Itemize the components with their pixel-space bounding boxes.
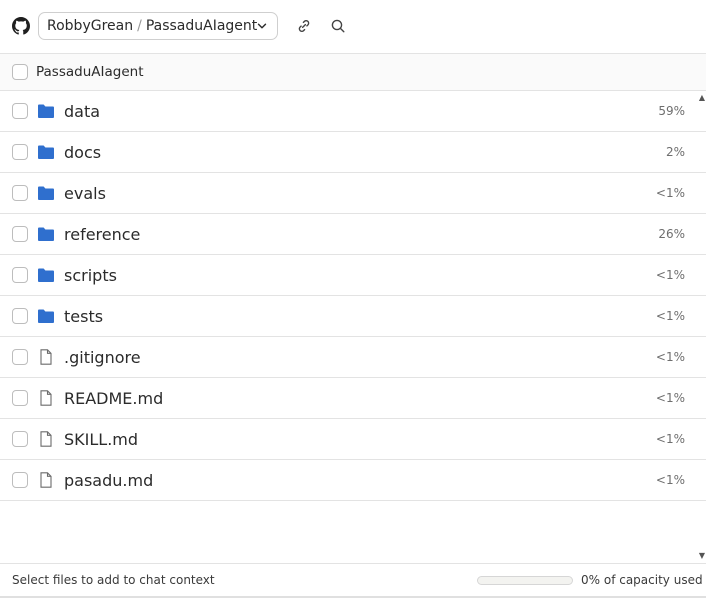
file-checkbox[interactable]	[12, 349, 28, 365]
file-checkbox[interactable]	[12, 308, 28, 324]
file-row[interactable]: README.md <1%	[0, 378, 706, 419]
select-all-checkbox[interactable]	[12, 64, 28, 80]
folder-icon	[37, 144, 55, 160]
file-checkbox[interactable]	[12, 185, 28, 201]
file-percent: 2%	[665, 145, 685, 159]
file-list: data 59% docs 2% evals <1% reference 26% scripts…	[0, 91, 706, 501]
file-icon	[37, 472, 55, 488]
file-checkbox[interactable]	[12, 144, 28, 160]
file-name: README.md	[64, 389, 164, 408]
file-percent: 59%	[658, 104, 685, 118]
folder-icon	[37, 185, 55, 201]
repo-selector[interactable]: RobbyGrean / PassaduAIagent	[38, 12, 278, 40]
select-all-row[interactable]: PassaduAIagent	[0, 54, 706, 91]
search-icon[interactable]	[329, 17, 347, 35]
footer: Select files to add to chat context 0% o…	[0, 563, 706, 598]
file-row[interactable]: pasadu.md <1%	[0, 460, 706, 501]
file-checkbox[interactable]	[12, 267, 28, 283]
file-row[interactable]: reference 26%	[0, 214, 706, 255]
capacity-bar	[477, 576, 573, 585]
folder-icon	[37, 267, 55, 283]
file-name: .gitignore	[64, 348, 141, 367]
file-checkbox[interactable]	[12, 431, 28, 447]
file-percent: <1%	[655, 391, 685, 405]
folder-icon	[37, 226, 55, 242]
file-percent: 26%	[658, 227, 685, 241]
file-row[interactable]: evals <1%	[0, 173, 706, 214]
file-percent: <1%	[655, 186, 685, 200]
chevron-down-icon	[256, 20, 268, 32]
file-row[interactable]: scripts <1%	[0, 255, 706, 296]
file-icon	[37, 390, 55, 406]
file-percent: <1%	[655, 473, 685, 487]
toolbar: RobbyGrean / PassaduAIagent	[0, 0, 706, 54]
file-name: pasadu.md	[64, 471, 154, 490]
file-icon	[37, 349, 55, 365]
scroll-up-icon[interactable]: ▲	[699, 93, 705, 102]
file-name: SKILL.md	[64, 430, 139, 449]
file-name: scripts	[64, 266, 117, 285]
scroll-down-icon[interactable]: ▼	[699, 551, 705, 560]
file-row[interactable]: data 59%	[0, 91, 706, 132]
file-percent: <1%	[655, 268, 685, 282]
file-percent: <1%	[655, 350, 685, 364]
file-name: evals	[64, 184, 106, 203]
file-name: reference	[64, 225, 141, 244]
file-row[interactable]: SKILL.md <1%	[0, 419, 706, 460]
file-row[interactable]: .gitignore <1%	[0, 337, 706, 378]
root-folder-label: PassaduAIagent	[36, 64, 144, 80]
github-icon	[12, 17, 30, 35]
link-icon[interactable]	[295, 17, 313, 35]
repo-name: PassaduAIagent	[145, 18, 258, 34]
file-name: data	[64, 102, 101, 121]
file-row[interactable]: docs 2%	[0, 132, 706, 173]
folder-icon	[37, 103, 55, 119]
file-checkbox[interactable]	[12, 103, 28, 119]
file-checkbox[interactable]	[12, 390, 28, 406]
file-icon	[37, 431, 55, 447]
file-name: tests	[64, 307, 104, 326]
file-checkbox[interactable]	[12, 226, 28, 242]
file-checkbox[interactable]	[12, 472, 28, 488]
file-name: docs	[64, 143, 102, 162]
file-row[interactable]: tests <1%	[0, 296, 706, 337]
footer-hint: Select files to add to chat context	[12, 573, 215, 587]
repo-owner: RobbyGrean	[47, 18, 134, 34]
repo-separator: /	[137, 18, 142, 34]
file-percent: <1%	[655, 432, 685, 446]
file-percent: <1%	[655, 309, 685, 323]
folder-icon	[37, 308, 55, 324]
capacity-text: 0% of capacity used	[581, 573, 703, 587]
